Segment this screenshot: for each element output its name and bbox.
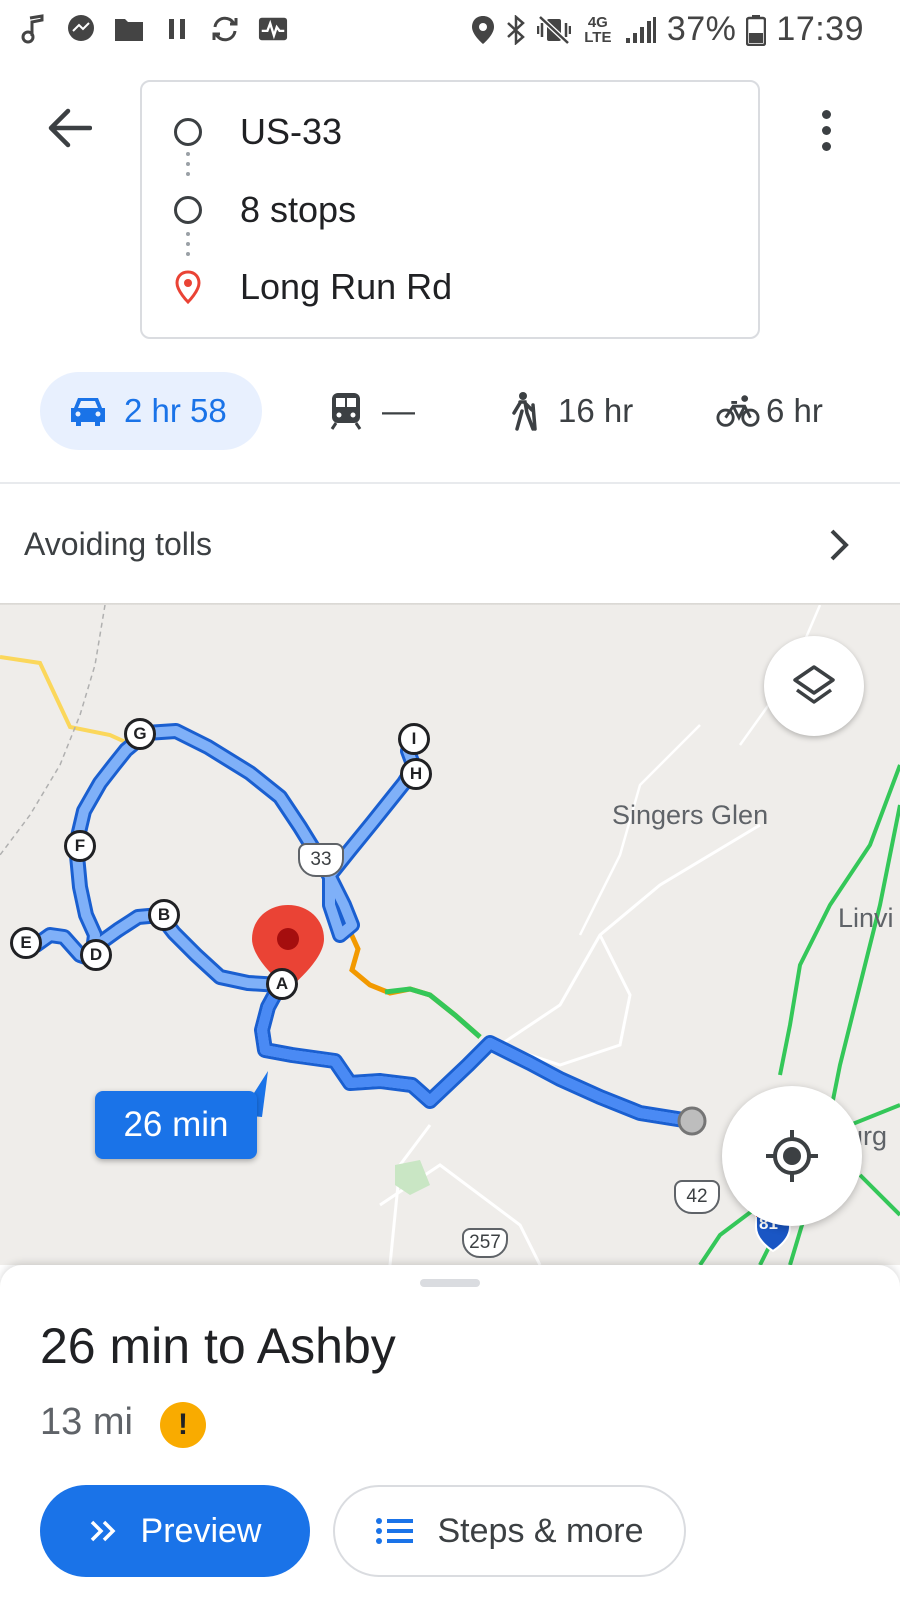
tab-transit[interactable]: — [324,372,415,450]
place-linville: Linvi [838,903,894,933]
activity-icon [258,14,288,44]
drive-time: 2 hr 58 [124,392,227,429]
stops-circle-icon [172,194,204,226]
layers-icon [793,665,835,704]
waypoint-i[interactable]: I [398,723,430,755]
sheet-drag-handle[interactable] [420,1279,480,1287]
list-icon [375,1518,413,1544]
preview-label: Preview [140,1511,262,1550]
chevron-right-icon [830,529,849,561]
route-distance: 13 mi [40,1401,133,1443]
transit-time: — [382,392,415,429]
layers-button[interactable] [764,636,864,736]
car-icon [66,389,110,433]
route-257-shield: 257 [462,1228,508,1258]
waypoint-h[interactable]: H [400,758,432,790]
origin-circle-icon [172,116,204,148]
pause-icon [162,14,192,44]
waypoint-f[interactable]: F [64,830,96,862]
location-icon [471,15,494,44]
battery-icon [746,14,767,46]
directions-sheet[interactable]: 26 min to Ashby 13 mi ! Preview Steps & … [0,1265,900,1600]
route-options-label: Avoiding tolls [24,525,212,562]
status-bar: 4G LTE 37% 17:39 [0,0,900,64]
route-connector [186,152,190,182]
walk-time: 16 hr [558,392,634,429]
steps-button[interactable]: Steps & more [333,1485,686,1577]
route-42-shield: 42 [674,1180,720,1214]
place-singers-glen: Singers Glen [612,800,769,830]
route-stops[interactable]: 8 stops [142,180,758,240]
back-button[interactable] [42,100,98,156]
tab-bike[interactable]: 6 hr [716,372,823,450]
double-chevron-icon [90,1520,116,1542]
bike-time: 6 hr [766,392,823,429]
folder-icon [114,14,144,44]
route-summary[interactable]: US-33 8 stops Long Run Rd [140,80,760,339]
destination-pin-icon [172,270,204,304]
arrow-back-icon [48,108,92,148]
origin-label: US-33 [240,111,343,152]
waypoint-e[interactable]: E [10,927,42,959]
steps-label: Steps & more [437,1511,644,1550]
route-33-shield: 33 [298,843,344,877]
waypoint-b[interactable]: B [148,899,180,931]
tab-walk[interactable]: 16 hr [500,372,633,450]
crosshair-icon [766,1130,818,1182]
waypoint-g[interactable]: G [124,718,156,750]
waypoint-a[interactable]: A [266,968,298,1000]
walking-icon [500,389,544,433]
route-options-row[interactable]: Avoiding tolls [0,485,900,603]
network-type: 4G LTE [584,13,612,46]
divider [0,482,900,484]
bluetooth-icon [506,14,525,45]
destination-label: Long Run Rd [240,266,453,307]
clock: 17:39 [776,10,864,48]
sync-icon [210,14,240,44]
vibrate-icon [536,14,571,45]
signal-icon [625,16,656,43]
my-location-button[interactable] [722,1086,862,1226]
battery-percent: 37% [666,10,737,48]
stops-label: 8 stops [240,189,357,230]
preview-button[interactable]: Preview [40,1485,310,1577]
sheet-title: 26 min to Ashby [40,1318,396,1374]
tab-drive[interactable]: 2 hr 58 [40,372,262,450]
route-destination[interactable]: Long Run Rd [142,257,758,317]
warning-icon[interactable]: ! [160,1402,206,1448]
bike-icon [716,389,760,433]
music-note-icon [18,14,48,44]
route-time-callout[interactable]: 26 min [95,1091,257,1159]
waypoint-d[interactable]: D [80,939,112,971]
more-options-button[interactable] [806,100,846,160]
messenger-icon [66,14,96,44]
train-icon [324,389,368,433]
route-origin[interactable]: US-33 [142,102,758,162]
